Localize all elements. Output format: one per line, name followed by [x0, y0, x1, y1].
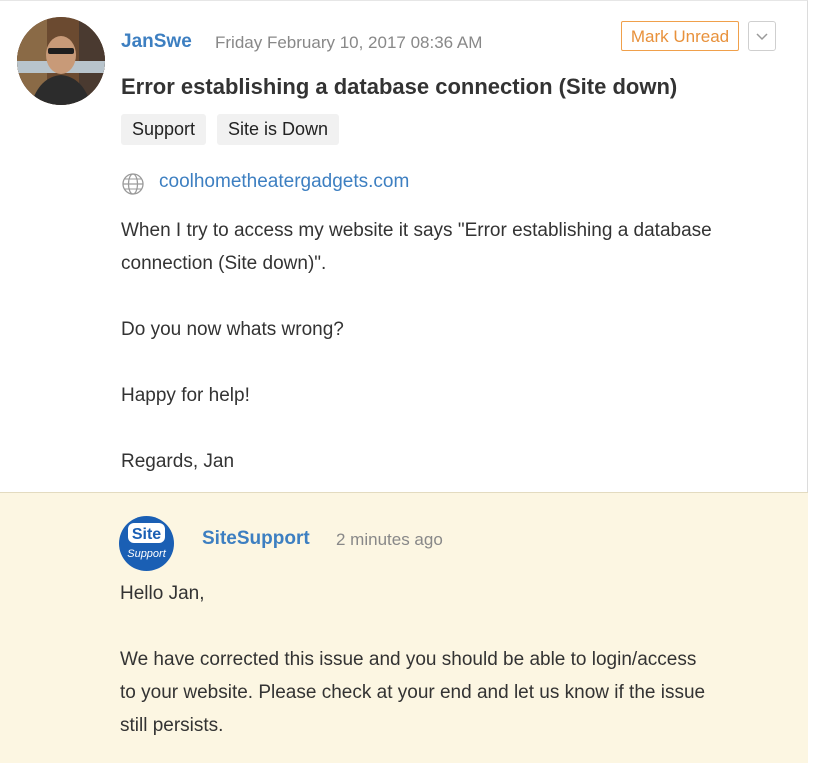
tag-site-is-down[interactable]: Site is Down [217, 114, 340, 145]
tag-support[interactable]: Support [121, 114, 207, 145]
reply-time: 2 minutes ago [336, 530, 443, 549]
chevron-down-icon [756, 33, 768, 41]
ticket-body-line-3: Do you now whats wrong? [121, 319, 344, 340]
ticket-body-line-4: Happy for help! [121, 385, 250, 406]
website-link[interactable]: coolhometheatergadgets.com [159, 171, 409, 193]
logo-text-site: Site [132, 526, 161, 543]
reply-author[interactable]: SiteSupport [202, 528, 310, 550]
ticket-body-line-2: connection (Site down)". [121, 253, 327, 274]
author-avatar [17, 17, 105, 105]
mark-unread-button[interactable]: Mark Unread [621, 21, 739, 51]
reply-body-line-2: We have corrected this issue and you sho… [120, 649, 697, 670]
ticket-body-line-5: Regards, Jan [121, 451, 235, 472]
options-dropdown-button[interactable] [748, 21, 776, 51]
reply-body-line-4: still persists. [120, 715, 224, 736]
sitesupport-logo: Site Support [119, 516, 174, 571]
reply-body-line-3: to your website. Please check at your en… [120, 682, 706, 703]
globe-icon [121, 172, 145, 201]
ticket-body-line-1: When I try to access my website it says … [121, 220, 712, 241]
logo-text-support: Support [127, 548, 166, 560]
reply-body-line-1: Hello Jan, [120, 583, 205, 604]
ticket-date: Friday February 10, 2017 08:36 AM [215, 33, 483, 52]
ticket-author[interactable]: JanSwe [121, 31, 192, 53]
ticket-title: Error establishing a database connection… [121, 74, 678, 99]
